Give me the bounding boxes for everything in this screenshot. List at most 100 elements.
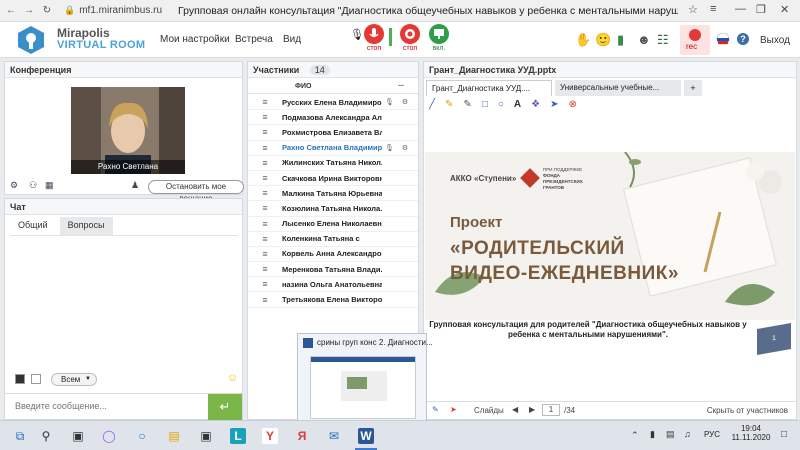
participant-settings-icon[interactable]: ⚙ — [402, 144, 408, 152]
drag-handle-icon[interactable]: ≡ — [248, 295, 282, 305]
alice-icon[interactable]: ◯ — [101, 428, 117, 444]
pointer-tool-icon[interactable]: ➤ — [550, 99, 558, 113]
participant-row[interactable]: ≡ Малкина Татьяна Юрьевна — [248, 186, 418, 202]
pen-icon[interactable]: ✎ — [432, 405, 439, 414]
task-view-icon[interactable]: ▣ — [70, 428, 86, 444]
tray-up-icon[interactable]: ⌃ — [631, 430, 639, 441]
participant-settings-icon[interactable]: ⚙ — [402, 98, 408, 106]
maximize-icon[interactable]: ❐ — [756, 3, 766, 16]
add-tab-button[interactable]: + — [684, 80, 702, 96]
participant-row[interactable]: ≡ Меренкова Татьяна Влади... — [248, 262, 418, 278]
menu-my-settings[interactable]: Мои настройки — [160, 34, 230, 45]
tab-questions[interactable]: Вопросы — [59, 217, 113, 235]
audience-select[interactable]: Всем ▼ — [51, 373, 97, 386]
user-settings-icon[interactable]: ☻ — [637, 32, 651, 47]
yandex-browser-icon[interactable]: Y — [262, 428, 278, 444]
bookmark-icon[interactable]: ☆ — [688, 3, 698, 16]
participant-row[interactable]: ≡ Лысенко Елена Николаевна — [248, 217, 418, 232]
menu-view[interactable]: Вид — [283, 34, 301, 45]
exit-button[interactable]: Выход — [760, 35, 790, 46]
participant-row[interactable]: ≡ Жилинских Татьяна Никол... — [248, 156, 418, 171]
taskbar-preview[interactable]: срины груп конс 2. Диагности... — [297, 333, 433, 422]
screen-share-button[interactable] — [429, 24, 449, 44]
participant-row[interactable]: ≡ Рохмистрова Елизавета Вл... — [248, 125, 418, 141]
emoji-icon[interactable]: 🙂 — [595, 32, 611, 48]
participant-row[interactable]: ≡ Корвель Анна Александров... — [248, 247, 418, 263]
drag-handle-icon[interactable]: ≡ — [248, 264, 282, 274]
clock[interactable]: 19:04 11.11.2020 — [728, 424, 774, 442]
smiley-icon[interactable]: ☺ — [227, 372, 238, 384]
marker-tool-icon[interactable]: ✎ — [445, 99, 453, 113]
raise-hand-icon[interactable]: ✋ — [575, 32, 591, 48]
clear-tool-icon[interactable]: ⊗ — [569, 99, 577, 113]
stop-broadcast-button[interactable]: Остановить мое вещание — [148, 180, 244, 203]
word-taskbar-icon[interactable]: W — [358, 428, 374, 444]
text-color-icon[interactable] — [15, 374, 25, 384]
help-icon[interactable]: ? — [737, 33, 749, 45]
forward-icon[interactable]: → — [22, 5, 36, 16]
tab-presentation-2[interactable]: Универсальные учебные... — [555, 80, 681, 96]
send-button[interactable]: ↵ — [208, 394, 242, 420]
tab-general[interactable]: Общий — [10, 217, 56, 235]
video-settings-icon[interactable]: ⚙ — [10, 180, 18, 191]
column-more[interactable]: ... — [398, 81, 404, 88]
windows-start-icon[interactable]: ⧉ — [12, 428, 28, 444]
volume-icon[interactable]: ♫ — [684, 429, 691, 439]
app-l-icon[interactable]: L — [230, 428, 246, 444]
drag-handle-icon[interactable]: ≡ — [248, 188, 282, 198]
participant-row[interactable]: ≡ Скачкова Ирина Викторовна — [248, 171, 418, 187]
drag-handle-icon[interactable]: ≡ — [248, 127, 282, 137]
drag-handle-icon[interactable]: ≡ — [248, 203, 282, 213]
back-icon[interactable]: ← — [4, 5, 18, 16]
participant-row[interactable]: ≡ Коленкина Татьяна с — [248, 232, 418, 247]
menu-meeting[interactable]: Встреча — [235, 34, 273, 45]
hide-from-participants-button[interactable]: Скрыть от участников — [707, 406, 788, 415]
edge-icon[interactable]: ○ — [134, 428, 150, 444]
users-icon[interactable]: ⚇ — [29, 180, 37, 191]
video-feed[interactable]: Рахно Светлана Владимировна — [71, 87, 185, 174]
drag-handle-icon[interactable]: ≡ — [248, 234, 282, 244]
menu-icon[interactable]: ≡ — [710, 3, 716, 15]
next-slide-icon[interactable]: ▶ — [529, 405, 535, 414]
minimize-icon[interactable]: — — [735, 3, 746, 15]
drag-handle-icon[interactable]: ≡ — [248, 279, 282, 289]
layout-icon[interactable]: ▦ — [45, 180, 54, 191]
audio-settings-icon[interactable]: 🎙 — [350, 28, 364, 41]
network-tray-icon[interactable]: ▤ — [666, 429, 675, 440]
drag-handle-icon[interactable]: ≡ — [248, 219, 282, 229]
participant-row[interactable]: ≡ Подмазова Александра Ал... — [248, 110, 418, 126]
russian-flag-icon[interactable] — [716, 33, 730, 45]
battery-icon[interactable]: ▮ — [650, 429, 655, 440]
store-icon[interactable]: ▣ — [198, 428, 214, 444]
drag-handle-icon[interactable]: ≡ — [248, 143, 282, 153]
search-icon[interactable]: ⚲ — [38, 428, 54, 444]
participant-row[interactable]: ≡Русских Елена Владимировна🎙 ⚙ — [248, 95, 418, 111]
notifications-icon[interactable]: □ — [781, 429, 787, 440]
file-explorer-icon[interactable]: ▤ — [166, 428, 182, 444]
text-tool-icon[interactable]: A — [514, 99, 521, 113]
participant-row[interactable]: ≡ Рахно Светлана Владимир... 🎙 ⚙ — [248, 141, 418, 156]
mic-stop-button[interactable] — [364, 24, 384, 44]
drag-handle-icon[interactable]: ≡ — [248, 173, 282, 183]
participant-row[interactable]: ≡ Козюлина Татьяна Никола... — [248, 201, 418, 217]
laser-pointer-icon[interactable]: ➤ — [450, 405, 457, 414]
yandex-icon[interactable]: Я — [294, 428, 310, 444]
ellipse-tool-icon[interactable]: ○ — [498, 99, 504, 113]
rectangle-tool-icon[interactable]: □ — [482, 99, 488, 113]
line-tool-icon[interactable]: ╱ — [429, 99, 435, 113]
record-button[interactable]: rec — [680, 25, 710, 55]
language-indicator[interactable]: РУС — [704, 430, 720, 439]
slide-number-input[interactable]: 1 — [542, 404, 560, 416]
drag-handle-icon[interactable]: ≡ — [248, 97, 282, 107]
stamp-tool-icon[interactable]: ❖ — [531, 99, 540, 113]
close-icon[interactable]: ✕ — [780, 3, 789, 16]
reload-icon[interactable]: ↻ — [40, 5, 54, 16]
drag-handle-icon[interactable]: ≡ — [248, 249, 282, 259]
address-bar[interactable]: mf1.miranimbus.ru — [79, 5, 162, 16]
prev-slide-icon[interactable]: ◀ — [512, 405, 518, 414]
tab-presentation-1[interactable]: Грант_Диагностика УУД.... — [426, 80, 552, 96]
bg-color-icon[interactable] — [31, 374, 41, 384]
mail-icon[interactable]: ✉ — [326, 428, 342, 444]
network-icon[interactable]: ☷ — [657, 32, 669, 48]
drag-handle-icon[interactable]: ≡ — [248, 112, 282, 122]
